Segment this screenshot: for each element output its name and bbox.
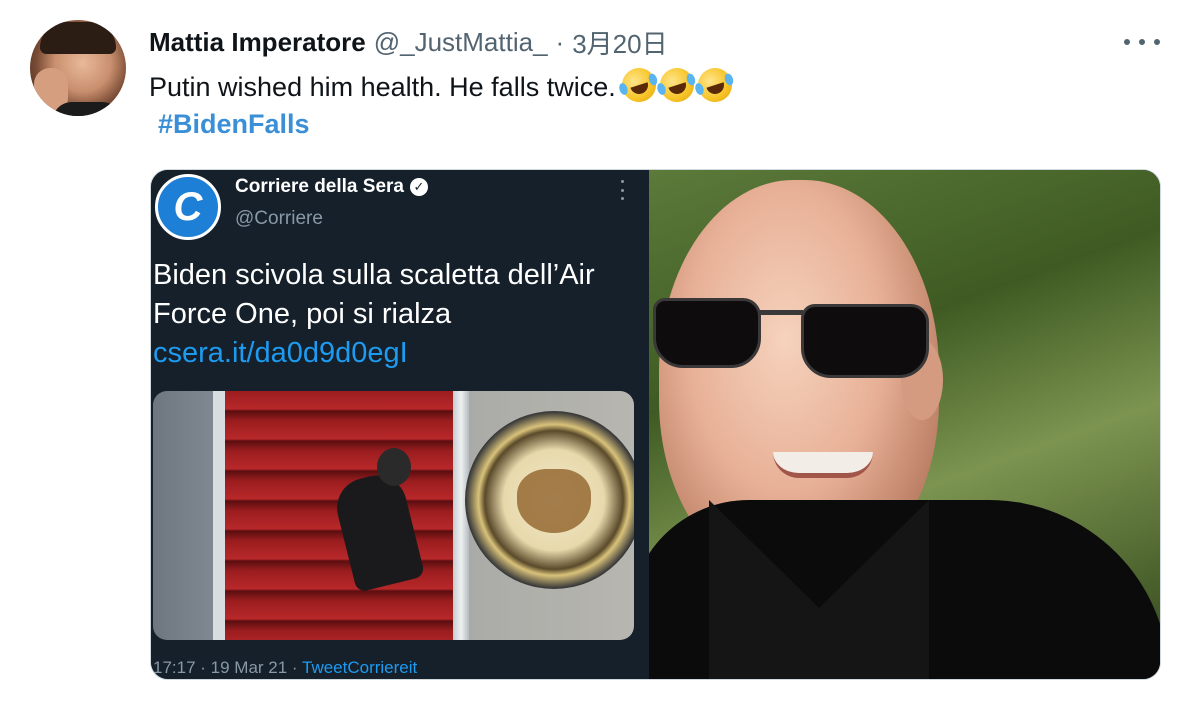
- media-image[interactable]: C Corriere della Sera ✓ @Corriere Biden …: [150, 169, 1161, 680]
- embedded-link: csera.it/da0d9d0egI: [153, 337, 408, 369]
- air-force-one-stairs-photo: [153, 391, 634, 640]
- more-options-icon[interactable]: [1124, 30, 1160, 54]
- avatar[interactable]: [30, 20, 126, 116]
- rolling-laughing-emoji-icon: [693, 63, 737, 107]
- user-handle[interactable]: @_JustMattia_: [374, 27, 548, 58]
- tweet-text-body: Putin wished him health. He falls twice.: [149, 72, 616, 102]
- embedded-footer-app: TweetCorriereit: [302, 658, 418, 677]
- presidential-seal-icon: [465, 411, 634, 589]
- verified-badge-icon: ✓: [409, 178, 428, 196]
- embedded-source-name: Corriere della Sera: [235, 176, 404, 197]
- hashtag-link[interactable]: #BidenFalls: [158, 109, 310, 140]
- smile: [773, 452, 873, 478]
- left-handrail: [213, 391, 225, 640]
- tweet-date[interactable]: 3月20日: [572, 24, 667, 61]
- embedded-source-name-row: Corriere della Sera ✓: [235, 176, 428, 198]
- embedded-footer: 17:17 · 19 Mar 21 · TweetCorriereit: [153, 658, 417, 678]
- falling-person: [323, 446, 443, 616]
- embedded-tweet-text: Biden scivola sulla scaletta dell’Air Fo…: [153, 256, 643, 373]
- embedded-text-body: Biden scivola sulla scaletta dell’Air Fo…: [153, 259, 595, 330]
- logo-letter: C: [173, 184, 203, 229]
- embedded-source-handle: @Corriere: [235, 208, 323, 229]
- putin-photo: [649, 170, 1160, 679]
- rolling-laughing-emoji-icon: [617, 63, 661, 107]
- tweet-text: Putin wished him health. He falls twice.: [149, 63, 737, 107]
- avatar-hair: [40, 22, 116, 54]
- tweet-header: Mattia Imperatore @_JustMattia_ · 3月20日: [149, 26, 668, 59]
- emoji-row: [617, 63, 737, 107]
- corriere-logo-icon: C: [155, 174, 221, 240]
- tweet[interactable]: Mattia Imperatore @_JustMattia_ · 3月20日 …: [0, 0, 1194, 704]
- separator-dot: ·: [555, 26, 565, 57]
- rolling-laughing-emoji-icon: [655, 63, 699, 107]
- embedded-tweet-screenshot: C Corriere della Sera ✓ @Corriere Biden …: [151, 170, 649, 679]
- embedded-more-icon: [621, 180, 625, 200]
- display-name[interactable]: Mattia Imperatore: [149, 27, 366, 58]
- sunglasses-icon: [649, 290, 939, 378]
- avatar-shirt: [52, 102, 122, 116]
- embedded-footer-time: 17:17 · 19 Mar 21 ·: [153, 658, 302, 677]
